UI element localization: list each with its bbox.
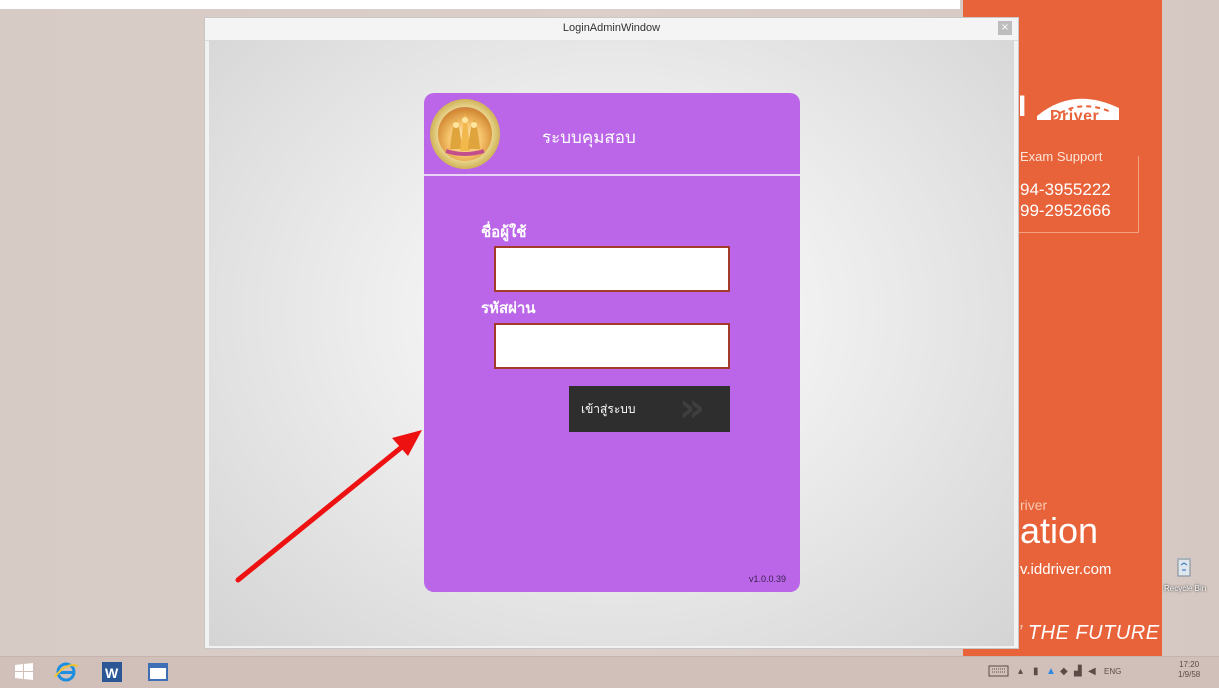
volume-icon[interactable]: ◀ [1088,666,1096,677]
tray-expand-icon[interactable]: ▴ [1018,666,1023,677]
deity-emblem-icon [445,113,485,156]
clock-time: 17:20 [1179,660,1200,669]
card-divider [424,174,800,176]
logo-letter-i: I [1018,90,1027,123]
support-phone-1: 94-3955222 [1020,180,1111,199]
username-input[interactable] [494,246,730,292]
keyboard-icon[interactable] [988,664,1010,678]
password-label: รหัสผ่าน [481,299,536,317]
future-text: ’ THE FUTURE [1018,622,1160,644]
version-label: v1.0.0.39 [748,574,786,584]
annotation-arrow-icon [235,430,422,583]
recycle-bin-label: Recycle Bin [1164,584,1207,593]
support-phone-2: 99-2952666 [1020,201,1111,220]
window-icon[interactable] [142,660,174,684]
chevron-right-icon: » [679,386,705,431]
window-title: LoginAdminWindow [562,22,661,34]
department-seal-logo [430,99,500,169]
login-button-label: เข้าสู่ระบบ [581,402,636,416]
card-title: ระบบคุมสอบ [542,128,636,148]
action-center-icon[interactable]: ▮ [1033,666,1039,677]
recycle-bin-icon [1177,558,1191,577]
cloud-icon[interactable]: ▲ [1046,666,1056,677]
close-icon[interactable]: × [998,21,1012,35]
login-card: ระบบคุมสอบ ชื่อผู้ใช้ รหัสผ่าน เข้าสู่ระ… [424,93,800,592]
svg-text:W: W [105,665,119,681]
support-title: Exam Support [1020,149,1106,164]
signal-icon[interactable]: ▟ [1074,666,1082,677]
password-input[interactable] [494,323,730,369]
tagline-fragment: ation [1020,510,1099,551]
taskbar: W ▴ ▮ ▲ ◆ ▟ ◀ ENG [0,656,1219,688]
word-icon[interactable]: W [96,660,128,684]
windows-start-icon[interactable] [8,660,40,684]
logo-text: Driver [1050,108,1100,125]
internet-explorer-icon[interactable] [50,660,82,684]
window-titlebar[interactable]: LoginAdminWindow × [205,18,1018,41]
top-caption-strip [0,0,960,9]
clock-date: 1/9/58 [1178,670,1201,679]
login-button[interactable]: เข้าสู่ระบบ » [569,386,730,432]
recycle-bin[interactable]: Recycle Bin [1164,556,1207,593]
language-indicator[interactable]: ENG [1104,667,1121,676]
taskbar-clock[interactable]: 17:20 1/9/58 [1178,660,1200,680]
network-icon[interactable]: ◆ [1060,666,1068,677]
website-fragment: v.iddriver.com [1020,561,1112,578]
username-label: ชื่อผู้ใช้ [481,223,527,241]
